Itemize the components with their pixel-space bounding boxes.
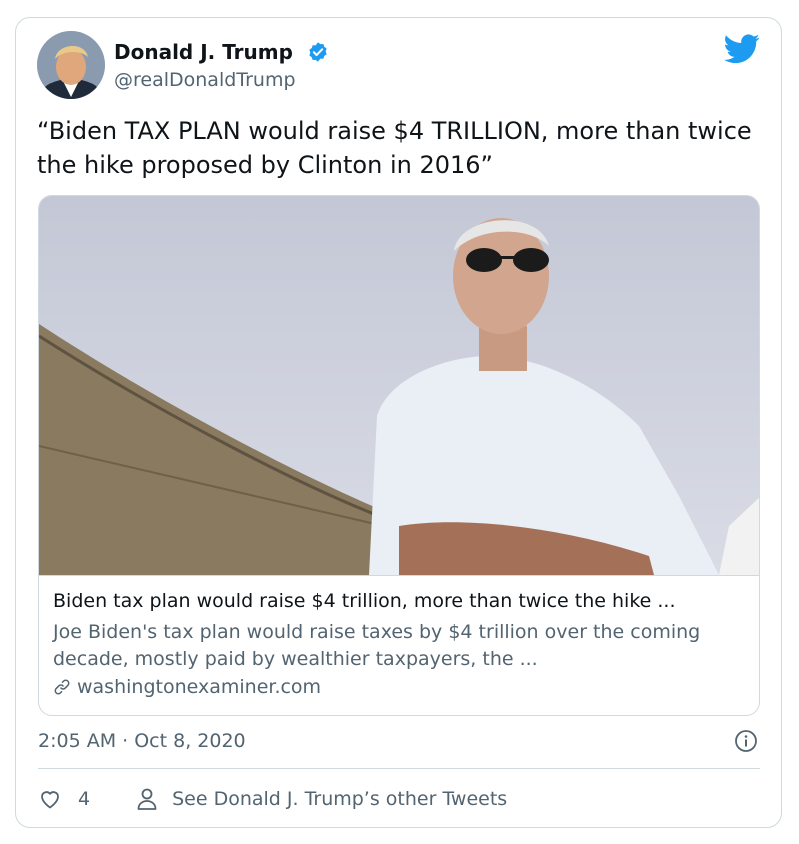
tweet-text: “Biden TAX PLAN would raise $4 TRILLION,… xyxy=(37,117,752,179)
see-other-tweets-link[interactable]: See Donald J. Trump’s other Tweets xyxy=(172,788,507,810)
link-preview-card[interactable]: Biden tax plan would raise $4 trillion, … xyxy=(38,195,760,716)
twitter-bird-icon[interactable] xyxy=(724,34,760,64)
link-icon xyxy=(54,679,70,695)
info-icon[interactable] xyxy=(734,729,758,753)
person-icon xyxy=(137,788,157,810)
action-bar: 4 See Donald J. Trump’s other Tweets xyxy=(38,784,507,814)
like-count[interactable]: 4 xyxy=(78,788,90,810)
author-handle[interactable]: @realDonaldTrump xyxy=(114,68,296,92)
link-card-domain-text[interactable]: washingtonexaminer.com xyxy=(77,674,321,700)
divider xyxy=(38,768,760,769)
link-card-domain[interactable]: washingtonexaminer.com xyxy=(53,674,321,700)
tweet-timestamp[interactable]: 2:05 AM · Oct 8, 2020 xyxy=(38,728,246,754)
link-preview-image[interactable] xyxy=(39,196,759,576)
avatar[interactable] xyxy=(37,31,105,99)
author-name[interactable]: Donald J. Trump xyxy=(114,40,293,64)
heart-icon[interactable] xyxy=(38,787,62,811)
link-card-description: Joe Biden's tax plan would raise taxes b… xyxy=(53,621,701,670)
verified-badge-icon xyxy=(309,42,327,62)
link-card-title[interactable]: Biden tax plan would raise $4 trillion, … xyxy=(53,589,753,613)
